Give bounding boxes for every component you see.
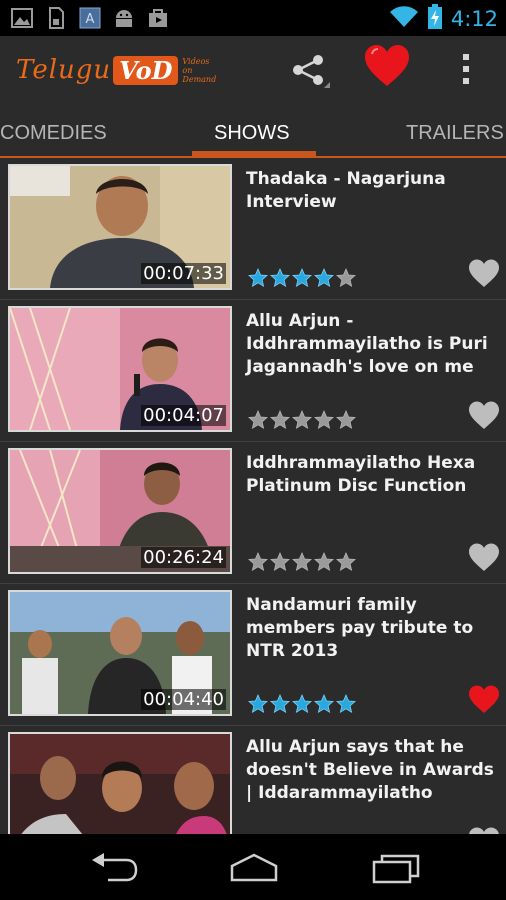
star-filled-icon[interactable] xyxy=(336,694,356,714)
video-thumbnail[interactable]: 00:07:33 xyxy=(8,164,232,290)
favorites-heart-icon xyxy=(365,45,409,86)
app-icon: A xyxy=(78,6,102,30)
rating-stars[interactable] xyxy=(248,410,356,430)
svg-text:A: A xyxy=(86,12,95,27)
star-filled-icon[interactable] xyxy=(270,268,290,288)
system-status: 4:12 xyxy=(389,4,498,34)
star-empty-icon[interactable] xyxy=(336,410,356,430)
star-filled-icon[interactable] xyxy=(248,694,268,714)
video-thumbnail[interactable]: 00:04:40 xyxy=(8,590,232,716)
store-bag-icon xyxy=(146,6,170,30)
video-duration: 00:26:24 xyxy=(141,547,226,568)
favorite-toggle[interactable] xyxy=(468,542,500,572)
heart-outline-icon xyxy=(469,259,499,287)
heart-outline-icon xyxy=(469,827,499,834)
star-empty-icon[interactable] xyxy=(336,552,356,572)
notification-icons: A xyxy=(10,6,170,30)
star-filled-icon[interactable] xyxy=(292,694,312,714)
sd-card-icon xyxy=(44,6,68,30)
android-icon xyxy=(112,6,136,30)
star-filled-icon[interactable] xyxy=(314,268,334,288)
heart-filled-icon xyxy=(469,685,499,713)
star-empty-icon[interactable] xyxy=(314,410,334,430)
logo-tagline: Videos on Demand xyxy=(182,56,217,84)
navigation-bar xyxy=(0,834,506,900)
tab-shows[interactable]: SHOWS xyxy=(214,122,290,145)
wifi-icon xyxy=(389,5,419,33)
video-list-item[interactable]: 00:07:33 Thadaka - Nagarjuna Interview xyxy=(0,158,506,300)
star-empty-icon[interactable] xyxy=(292,552,312,572)
star-empty-icon[interactable] xyxy=(292,410,312,430)
star-empty-icon[interactable] xyxy=(270,552,290,572)
video-list-item[interactable]: 00:04:07 Allu Arjun - Iddhrammayilatho i… xyxy=(0,300,506,442)
share-icon xyxy=(293,55,330,88)
video-list-item[interactable]: 00:04:40 Nandamuri family members pay tr… xyxy=(0,584,506,726)
image-icon xyxy=(10,6,34,30)
star-empty-icon[interactable] xyxy=(336,268,356,288)
home-button[interactable] xyxy=(228,852,280,884)
heart-outline-icon xyxy=(469,401,499,429)
favorite-toggle[interactable] xyxy=(468,826,500,834)
star-empty-icon[interactable] xyxy=(248,410,268,430)
favorite-toggle[interactable] xyxy=(468,258,500,288)
video-list-item[interactable]: 00:26:24 Iddhrammayilatho Hexa Platinum … xyxy=(0,442,506,584)
battery-charging-icon xyxy=(427,4,443,34)
app-logo[interactable]: Telugu VoD Videos on Demand xyxy=(16,50,216,90)
overflow-menu-icon xyxy=(463,54,469,84)
video-duration: 00:04:40 xyxy=(141,689,226,710)
video-list-item[interactable]: Allu Arjun says that he doesn't Believe … xyxy=(0,726,506,834)
share-button[interactable] xyxy=(290,50,330,90)
logo-word: Telugu xyxy=(16,55,112,85)
video-title: Iddhrammayilatho Hexa Platinum Disc Func… xyxy=(246,453,476,496)
home-icon xyxy=(230,853,278,882)
video-title: Allu Arjun - Iddhrammayilatho is Puri Ja… xyxy=(246,311,488,377)
star-filled-icon[interactable] xyxy=(314,694,334,714)
favorites-button[interactable] xyxy=(364,44,410,88)
thumbnail-image xyxy=(10,734,230,834)
star-filled-icon[interactable] xyxy=(270,694,290,714)
star-empty-icon[interactable] xyxy=(270,410,290,430)
favorite-toggle[interactable] xyxy=(468,400,500,430)
back-button[interactable] xyxy=(88,852,140,884)
recent-apps-icon xyxy=(372,854,420,884)
status-bar: A 4:12 xyxy=(0,0,506,36)
star-empty-icon[interactable] xyxy=(248,552,268,572)
clock: 4:12 xyxy=(450,7,498,31)
video-thumbnail[interactable] xyxy=(8,732,232,834)
video-thumbnail[interactable]: 00:26:24 xyxy=(8,448,232,574)
video-duration: 00:04:07 xyxy=(141,405,226,426)
star-filled-icon[interactable] xyxy=(248,268,268,288)
video-duration: 00:07:33 xyxy=(141,263,226,284)
rating-stars[interactable] xyxy=(248,552,356,572)
logo-badge: VoD xyxy=(113,55,179,85)
video-thumbnail[interactable]: 00:04:07 xyxy=(8,306,232,432)
tab-comedies[interactable]: COMEDIES xyxy=(0,122,107,145)
rating-stars[interactable] xyxy=(248,694,356,714)
heart-outline-icon xyxy=(469,543,499,571)
recent-apps-button[interactable] xyxy=(370,852,422,884)
tab-indicator xyxy=(192,151,316,156)
star-filled-icon[interactable] xyxy=(292,268,312,288)
overflow-menu-button[interactable] xyxy=(456,52,476,86)
rating-stars[interactable] xyxy=(248,268,356,288)
action-bar: Telugu VoD Videos on Demand xyxy=(0,36,506,104)
video-list[interactable]: 00:07:33 Thadaka - Nagarjuna Interview 0… xyxy=(0,158,506,834)
video-title: Allu Arjun says that he doesn't Believe … xyxy=(246,737,494,803)
tab-trailers[interactable]: TRAILERS xyxy=(406,122,504,145)
favorite-toggle[interactable] xyxy=(468,684,500,714)
video-title: Nandamuri family members pay tribute to … xyxy=(246,595,474,661)
video-title: Thadaka - Nagarjuna Interview xyxy=(246,169,446,212)
category-tabs: COMEDIES SHOWS TRAILERS xyxy=(0,104,506,158)
back-icon xyxy=(92,853,138,882)
star-empty-icon[interactable] xyxy=(314,552,334,572)
